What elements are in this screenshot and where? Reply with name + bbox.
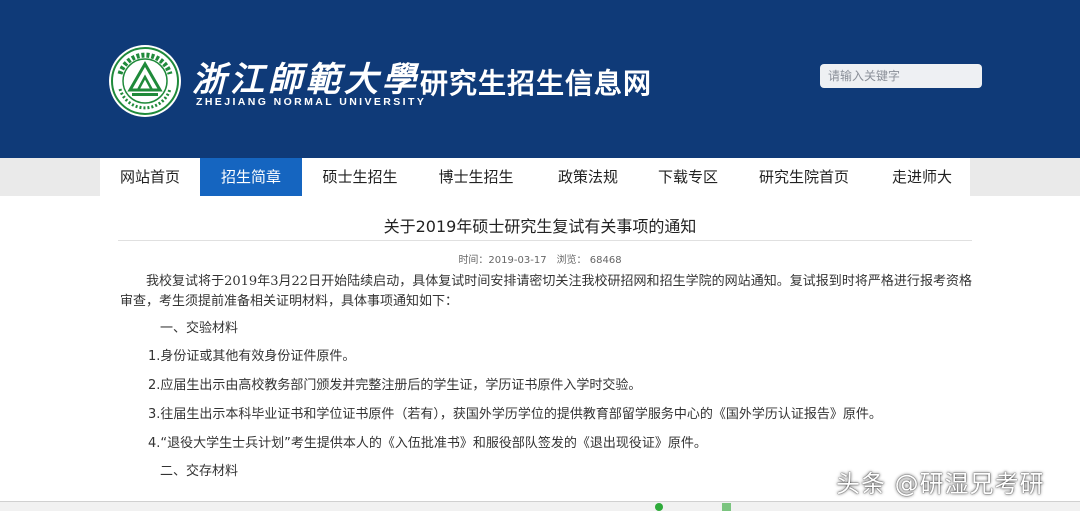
logo-chinese-name[interactable]: 浙江師範大學 (192, 52, 420, 101)
nav-item-home[interactable]: 网站首页 (100, 158, 200, 196)
search-input[interactable] (820, 64, 982, 88)
logo-english-name[interactable]: ZHEJIANG NORMAL UNIVERSITY (196, 96, 426, 108)
intro-paragraph: 我校复试将于2019年3月22日开始陆续启动，具体复试时间安排请密切关注我校研招… (120, 274, 972, 309)
article-body: 我校复试将于2019年3月22日开始陆续启动，具体复试时间安排请密切关注我校研招… (120, 272, 972, 482)
list-item: 1.身份证或其他有效身份证件原件。 (148, 349, 356, 364)
watermark: 头条 @研湿兄考研 (836, 470, 1045, 498)
university-seal-icon[interactable] (108, 44, 182, 118)
view-count: 浏览： 68468 (556, 255, 622, 266)
publish-time: 时间：2019-03-17 (458, 255, 547, 266)
nav-item-doctoral-admission[interactable]: 博士生招生 (418, 158, 534, 196)
article-title: 关于2019年硕士研究生复试有关事项的通知 (383, 217, 697, 236)
nav-item-policies[interactable]: 政策法规 (534, 158, 642, 196)
nav-item-graduate-school-home[interactable]: 研究生院首页 (734, 158, 874, 196)
list-item: 2.应届生出示由高校教务部门颁发并完整注册后的学生证，学历证书原件入学时交验。 (148, 378, 642, 393)
nav-item-downloads[interactable]: 下载专区 (642, 158, 734, 196)
list-item: 3.往届生出示本科毕业证书和学位证书原件（若有），获国外学历学位的提供教育部留学… (148, 407, 882, 422)
site-title: 研究生招生信息网 (420, 67, 653, 100)
nav-item-admission-guide[interactable]: 招生简章 (200, 158, 302, 196)
nav-item-master-admission[interactable]: 硕士生招生 (302, 158, 418, 196)
list-item: 4.“退役大学生士兵计划”考生提供本人的《入伍批准书》和服役部队签发的《退出现役… (148, 436, 707, 451)
site-header: 浙江師範大學 ZHEJIANG NORMAL UNIVERSITY 研究生招生信… (0, 0, 1080, 158)
title-divider (118, 240, 972, 241)
main-nav: 网站首页 招生简章 硕士生招生 博士生招生 政策法规 下载专区 研究生院首页 走… (100, 158, 970, 196)
nav-bar: 网站首页 招生简章 硕士生招生 博士生招生 政策法规 下载专区 研究生院首页 走… (0, 158, 1080, 196)
article-meta: 时间：2019-03-17 浏览： 68468 (0, 251, 1080, 266)
nav-item-about-university[interactable]: 走进师大 (874, 158, 970, 196)
section-heading-verify-materials: 一、交验材料 (160, 321, 239, 336)
